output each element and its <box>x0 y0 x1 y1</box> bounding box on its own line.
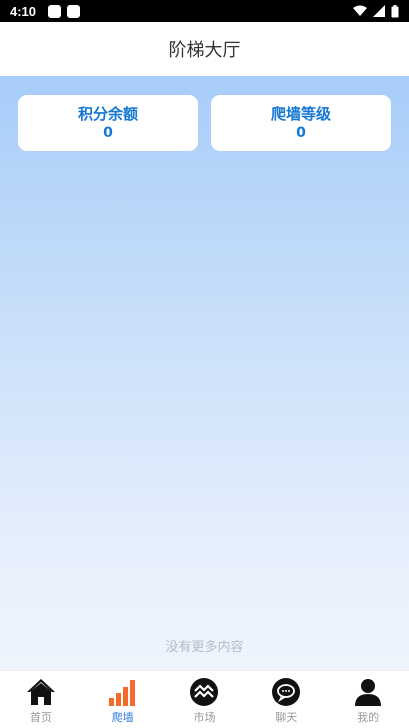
tab-mine-label: 我的 <box>357 711 380 724</box>
main-content: 积分余额 0 爬墙等级 0 没有更多内容 <box>0 76 409 670</box>
points-balance-value: 0 <box>103 124 113 141</box>
points-balance-label: 积分余额 <box>77 104 138 123</box>
notification-icon <box>48 4 62 18</box>
home-icon <box>26 677 56 707</box>
climb-level-label: 爬墙等级 <box>270 104 331 123</box>
tab-market-label: 市场 <box>193 711 216 724</box>
chat-icon <box>271 677 301 707</box>
notification-icon <box>67 4 81 18</box>
wifi-icon <box>353 5 367 16</box>
page-title: 阶梯大厅 <box>168 40 241 61</box>
market-icon <box>189 677 219 707</box>
tab-home-label: 首页 <box>29 711 52 724</box>
climb-level-value: 0 <box>296 124 306 141</box>
bottom-tab-bar: 首页 爬墙 市场 聊天 我的 <box>0 670 409 728</box>
title-bar: 阶梯大厅 <box>0 22 409 76</box>
climb-level-card[interactable]: 爬墙等级 0 <box>211 95 391 151</box>
tab-market[interactable]: 市场 <box>164 671 246 728</box>
points-balance-card[interactable]: 积分余额 0 <box>18 95 198 151</box>
battery-icon <box>391 4 399 17</box>
tab-home[interactable]: 首页 <box>0 671 82 728</box>
status-icons <box>353 4 399 18</box>
tab-chat[interactable]: 聊天 <box>245 671 327 728</box>
tab-mine[interactable]: 我的 <box>327 671 409 728</box>
tab-chat-label: 聊天 <box>275 711 298 724</box>
signal-bars-icon <box>108 677 138 707</box>
tab-climb-label: 爬墙 <box>111 711 134 724</box>
tab-climb[interactable]: 爬墙 <box>82 671 164 728</box>
status-time: 4:10 <box>10 3 37 19</box>
cell-signal-icon <box>373 5 385 17</box>
status-bar: 4:10 <box>0 0 409 22</box>
no-more-content: 没有更多内容 <box>165 640 244 655</box>
user-icon <box>353 677 383 707</box>
